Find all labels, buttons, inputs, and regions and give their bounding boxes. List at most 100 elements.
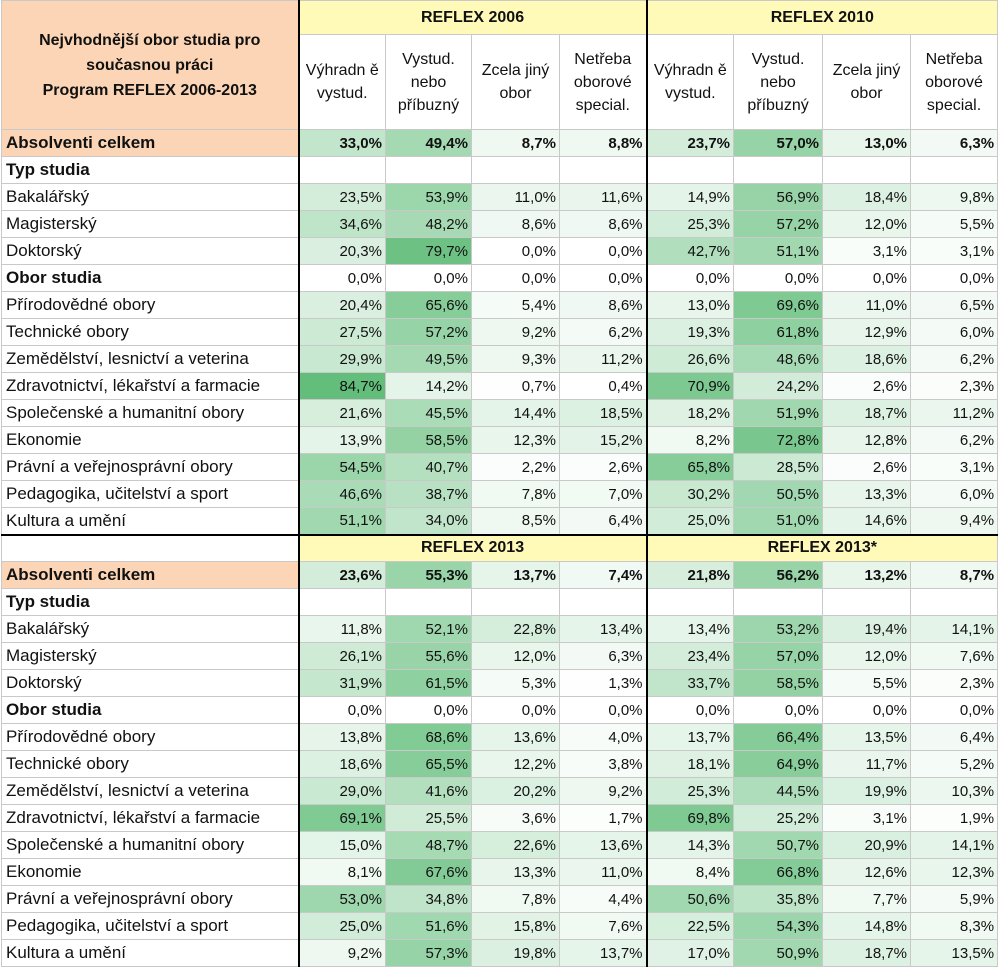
value-cell: 0,7%	[471, 372, 560, 400]
value-cell: 69,1%	[297, 804, 386, 832]
value-cell: 5,3%	[471, 669, 560, 697]
table-row: Doktorský 31,9% 61,5% 5,3% 1,3% 33,7% 58,5% 5,5…	[1, 669, 998, 697]
row-label-bakalarsky: Bakalářský	[1, 615, 300, 643]
table-title: Nejvhodnější obor studia pro současnou p…	[1, 0, 300, 130]
table-row: Technické obory 27,5% 57,2% 9,2% 6,2% 19,3% 61…	[1, 318, 998, 346]
table-row: Ekonomie 8,1% 67,6% 13,3% 11,0% 8,4% 66,8% 12,6…	[1, 858, 998, 886]
table-row: Společenské a humanitní obory 21,6% 45,5% 1…	[1, 399, 998, 427]
value-cell: 18,6%	[297, 750, 386, 778]
column-header-jiny-obor: Zcela jiný obor	[822, 34, 912, 130]
value-cell: 0,0%	[910, 264, 998, 292]
value-cell: 57,2%	[385, 318, 472, 346]
value-cell: 20,4%	[297, 291, 386, 319]
column-header-vyhradne: Výhradn ě vystud.	[297, 34, 386, 130]
value-cell: 25,2%	[733, 804, 824, 832]
value-cell: 3,1%	[822, 237, 912, 265]
value-cell: 54,3%	[733, 912, 824, 940]
value-cell: 6,4%	[558, 507, 648, 535]
value-cell: 0,0%	[822, 696, 912, 724]
value-cell: 42,7%	[645, 237, 735, 265]
value-cell: 13,3%	[471, 858, 560, 886]
value-cell: 0,0%	[471, 264, 560, 292]
value-cell: 0,0%	[645, 696, 735, 724]
value-cell: 5,2%	[910, 750, 998, 778]
value-cell: 50,7%	[733, 831, 824, 859]
value-cell: 2,3%	[910, 669, 998, 697]
value-cell: 1,7%	[558, 804, 648, 832]
value-cell: 7,6%	[558, 912, 648, 940]
table-row: Magisterský 34,6% 48,2% 8,6% 8,6% 25,3% 57,2% 1…	[1, 210, 998, 238]
value-cell: 22,6%	[471, 831, 560, 859]
value-cell	[471, 588, 560, 616]
row-label-zdravotnictvi-lekarstvi-a-farmacie: Zdravotnictví, lékařství a farmacie	[1, 804, 300, 832]
value-cell: 34,6%	[297, 210, 386, 238]
value-cell: 6,4%	[910, 723, 998, 751]
value-cell: 0,0%	[822, 264, 912, 292]
value-cell: 8,6%	[471, 210, 560, 238]
value-cell: 6,2%	[558, 318, 648, 346]
value-cell: 69,8%	[645, 804, 735, 832]
value-cell: 40,7%	[385, 453, 472, 481]
value-cell: 13,6%	[471, 723, 560, 751]
value-cell: 8,5%	[471, 507, 560, 535]
value-cell: 9,4%	[910, 507, 998, 535]
value-cell: 11,0%	[558, 858, 648, 886]
value-cell: 9,2%	[471, 318, 560, 346]
table-row: Přírodovědné obory 20,4% 65,6% 5,4% 8,6% 13,0…	[1, 291, 998, 319]
value-cell: 0,0%	[471, 237, 560, 265]
value-cell: 51,9%	[733, 399, 824, 427]
value-cell: 8,7%	[910, 561, 998, 589]
value-cell: 58,5%	[385, 426, 472, 454]
value-cell: 41,6%	[385, 777, 472, 805]
value-cell: 6,2%	[910, 345, 998, 373]
row-label-pedagogika-ucitelstvi-a-sport: Pedagogika, učitelství a sport	[1, 480, 300, 508]
value-cell	[297, 156, 386, 184]
value-cell: 65,8%	[645, 453, 735, 481]
value-cell: 34,8%	[385, 885, 472, 913]
row-label-kultura-a-umeni: Kultura a umění	[1, 939, 300, 967]
value-cell: 8,3%	[910, 912, 998, 940]
value-cell: 49,5%	[385, 345, 472, 373]
value-cell: 12,0%	[822, 210, 912, 238]
value-cell: 65,6%	[385, 291, 472, 319]
value-cell: 2,2%	[471, 453, 560, 481]
value-cell: 44,5%	[733, 777, 824, 805]
table-row: Zemědělství, lesnictví a veterina 29,9% 49…	[1, 345, 998, 373]
value-cell: 0,0%	[733, 264, 824, 292]
panel-2006-2010: Absolventi celkem 33,0% 49,4% 8,7% 8,8% 23,7%…	[1, 129, 998, 535]
row-label-prirodovedne-obory: Přírodovědné obory	[1, 723, 300, 751]
table-row: Pedagogika, učitelství a sport 46,6% 38,7%…	[1, 480, 998, 508]
value-cell: 25,3%	[645, 777, 735, 805]
column-header-pribuzny: Vystud. nebo příbuzný	[733, 34, 824, 130]
value-cell: 46,6%	[297, 480, 386, 508]
row-label-zemedelstvi-lesnictvi-a-veterina: Zemědělství, lesnictví a veterina	[1, 345, 300, 373]
value-cell: 3,1%	[822, 804, 912, 832]
value-cell: 13,9%	[297, 426, 386, 454]
blank-corner	[1, 533, 300, 562]
row-label-zdravotnictvi-lekarstvi-a-farmacie: Zdravotnictví, lékařství a farmacie	[1, 372, 300, 400]
value-cell: 3,1%	[910, 453, 998, 481]
value-cell: 7,7%	[822, 885, 912, 913]
value-cell: 66,4%	[733, 723, 824, 751]
table-row: Společenské a humanitní obory 15,0% 48,7% 2…	[1, 831, 998, 859]
value-cell: 15,8%	[471, 912, 560, 940]
value-cell: 9,8%	[910, 183, 998, 211]
table-row: Kultura a umění 51,1% 34,0% 8,5% 6,4% 25,0% 51…	[1, 507, 998, 535]
row-label-doktorsky: Doktorský	[1, 669, 300, 697]
value-cell: 55,6%	[385, 642, 472, 670]
table-row: Zdravotnictví, lékařství a farmacie 69,1%…	[1, 804, 998, 832]
value-cell: 0,0%	[558, 696, 648, 724]
value-cell: 70,9%	[645, 372, 735, 400]
value-cell: 0,0%	[733, 696, 824, 724]
table-row: Ekonomie 13,9% 58,5% 12,3% 15,2% 8,2% 72,8% 12,…	[1, 426, 998, 454]
year-header-reflex-2006: REFLEX 2006	[297, 0, 648, 35]
value-cell: 20,9%	[822, 831, 912, 859]
value-cell: 56,9%	[733, 183, 824, 211]
value-cell: 17,0%	[645, 939, 735, 967]
value-cell: 2,6%	[558, 453, 648, 481]
value-cell	[385, 156, 472, 184]
value-cell: 48,2%	[385, 210, 472, 238]
value-cell: 66,8%	[733, 858, 824, 886]
value-cell: 4,4%	[558, 885, 648, 913]
row-label-pravni-a-verejnospravni-obory: Právní a veřejnosprávní obory	[1, 885, 300, 913]
